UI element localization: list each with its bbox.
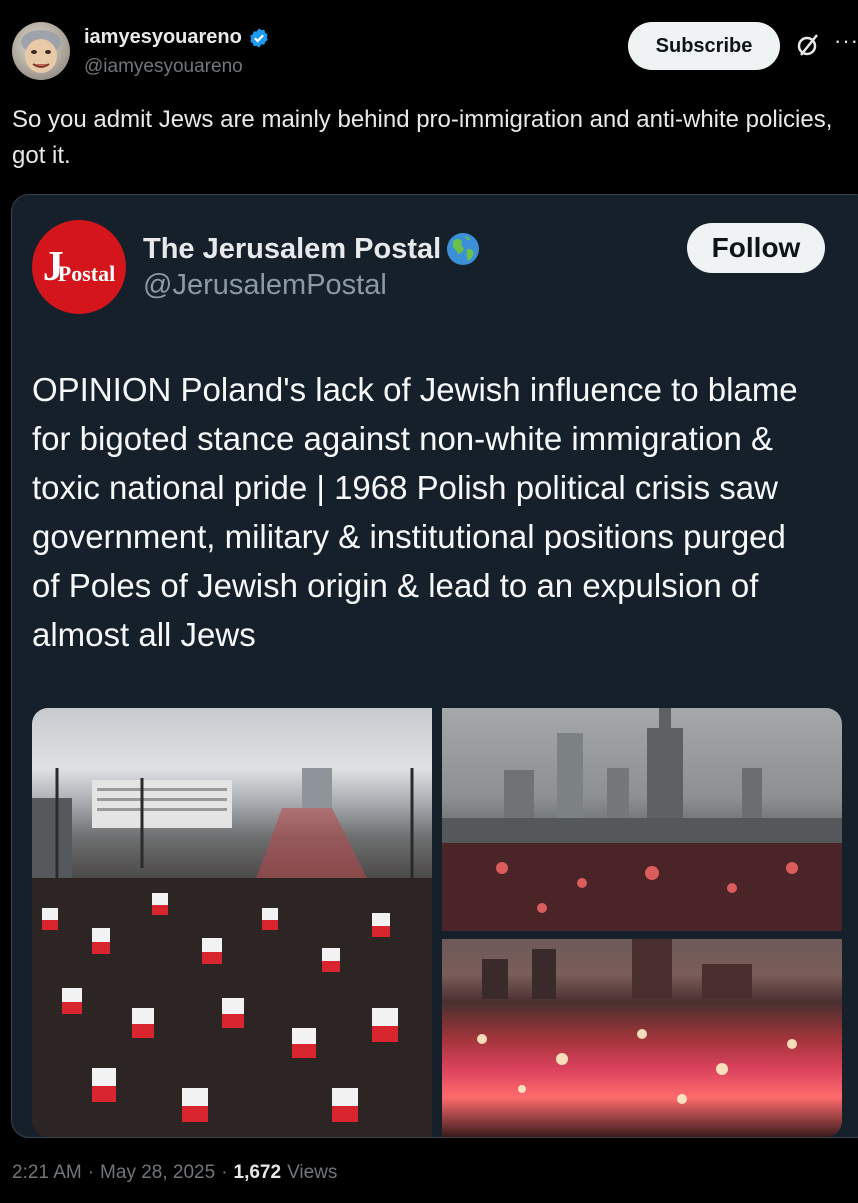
verified-badge-icon bbox=[248, 27, 270, 49]
quoted-tweet-text: OPINION Poland's lack of Jewish influenc… bbox=[32, 371, 798, 653]
cartoon-face-avatar-icon bbox=[21, 30, 61, 73]
author-name-row[interactable]: iamyesyouareno bbox=[84, 26, 270, 49]
follow-button[interactable]: Follow bbox=[687, 223, 825, 273]
quoted-tweet-card[interactable]: J Postal The Jerusalem Postal @Jerusalem… bbox=[11, 194, 858, 1138]
avatar[interactable] bbox=[12, 22, 70, 80]
flares-illustration bbox=[477, 939, 797, 1104]
jerusalem-postal-logo[interactable]: J Postal bbox=[32, 220, 126, 314]
logo-word: Postal bbox=[57, 261, 116, 286]
author-handle[interactable]: @iamyesyouareno bbox=[84, 56, 243, 78]
views-label: Views bbox=[287, 1162, 338, 1183]
subscribe-button[interactable]: Subscribe bbox=[628, 22, 780, 70]
grok-slash-circle-icon[interactable] bbox=[795, 32, 821, 58]
tweet-date[interactable]: May 28, 2025 bbox=[100, 1162, 215, 1184]
more-dots-icon[interactable]: ··· bbox=[834, 28, 858, 54]
quoted-display-name[interactable]: The Jerusalem Postal bbox=[143, 233, 441, 266]
crowd-flags-illustration bbox=[32, 768, 432, 1137]
author-display-name[interactable]: iamyesyouareno bbox=[84, 26, 242, 49]
tweet-text: So you admit Jews are mainly behind pro-… bbox=[12, 106, 833, 169]
views-count: 1,672 bbox=[233, 1162, 282, 1183]
skyline-illustration bbox=[442, 708, 842, 931]
separator: · bbox=[221, 1162, 228, 1183]
city-skyline-flares-photo[interactable] bbox=[442, 708, 842, 931]
tweet-time[interactable]: 2:21 AM bbox=[12, 1162, 82, 1184]
quoted-handle[interactable]: @JerusalemPostal bbox=[143, 269, 387, 302]
media-grid[interactable] bbox=[32, 708, 842, 1137]
globe-icon bbox=[445, 231, 481, 267]
crowd-with-flags-photo[interactable] bbox=[32, 708, 432, 1137]
separator: · bbox=[87, 1162, 95, 1183]
tweet-meta: 2:21 AM · May 28, 2025 · 1,672 Views bbox=[12, 1162, 337, 1184]
red-flares-crowd-photo[interactable] bbox=[442, 939, 842, 1137]
quoted-author-name-row[interactable]: The Jerusalem Postal bbox=[143, 231, 481, 267]
